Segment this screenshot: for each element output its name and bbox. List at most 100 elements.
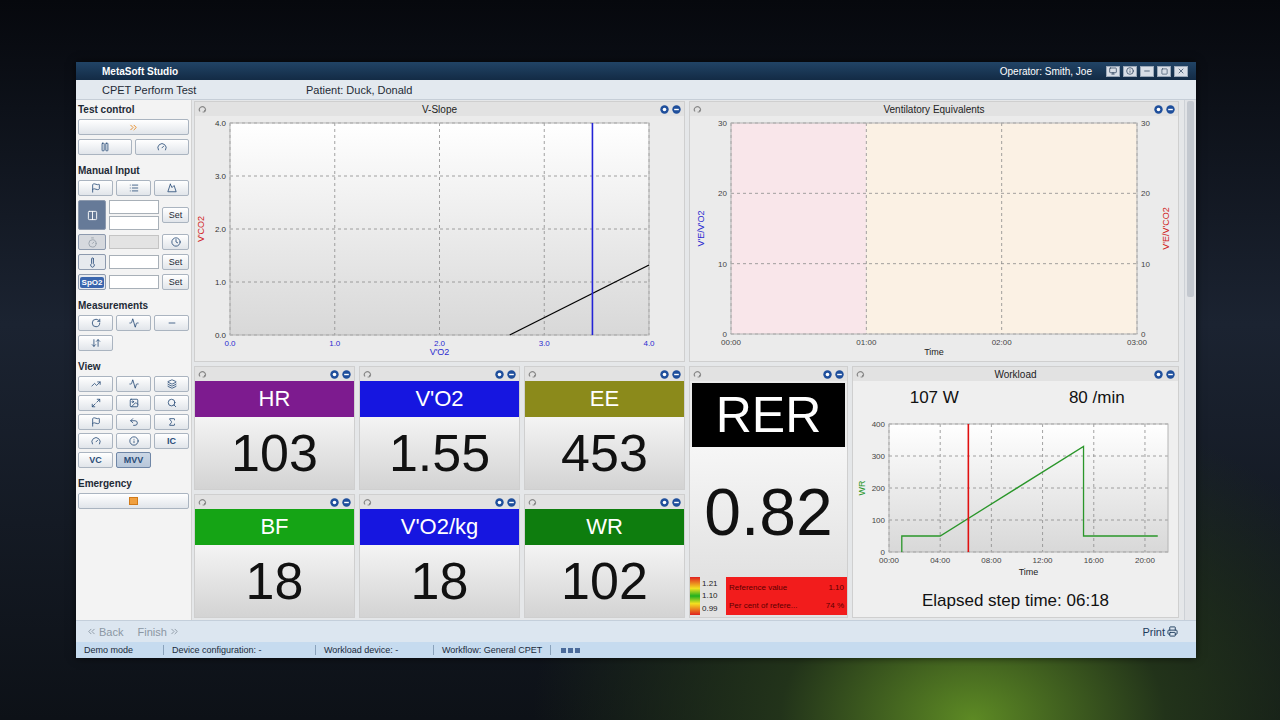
panel-minimize-icon[interactable]: [342, 370, 351, 379]
set-button[interactable]: Set: [162, 254, 189, 270]
set-button[interactable]: Set: [162, 207, 189, 223]
print-button[interactable]: Print: [1142, 626, 1178, 638]
close-button[interactable]: [1174, 66, 1188, 77]
panel-header: [525, 367, 684, 381]
tile-value: 18: [195, 545, 354, 617]
manual-input-field[interactable]: [109, 216, 159, 230]
status-item: Device configuration: -: [170, 645, 316, 655]
wave-button[interactable]: [116, 315, 151, 331]
y2-tick-label: 0: [1141, 330, 1146, 339]
panel-minimize-icon[interactable]: [507, 498, 516, 507]
view-button[interactable]: [116, 414, 151, 430]
panel-settings-icon[interactable]: [495, 498, 504, 507]
manual-input-field[interactable]: [109, 275, 159, 289]
tile-value: 453: [525, 417, 684, 489]
panel-refresh-icon[interactable]: [528, 370, 537, 379]
emergency-button[interactable]: [78, 493, 189, 509]
next-step-button[interactable]: [78, 119, 189, 135]
panel-refresh-icon[interactable]: [363, 370, 372, 379]
tile-value: 102: [525, 545, 684, 617]
display-button[interactable]: [1106, 66, 1120, 77]
manual-input-field[interactable]: [109, 255, 159, 269]
view-text-button[interactable]: MVV: [116, 452, 151, 468]
panel-settings-icon[interactable]: [1154, 105, 1163, 114]
help-button[interactable]: [1123, 66, 1137, 77]
x-tick-label: 3.0: [539, 339, 551, 348]
view-button[interactable]: [116, 376, 151, 392]
flag-icon: [91, 417, 101, 427]
view-button[interactable]: [78, 433, 113, 449]
view-button[interactable]: [154, 395, 189, 411]
panel-header: V-Slope: [195, 102, 684, 116]
back-button[interactable]: Back: [86, 626, 123, 638]
view-button[interactable]: [154, 414, 189, 430]
manual-input-icon[interactable]: [78, 254, 106, 270]
panel-refresh-icon[interactable]: [363, 498, 372, 507]
view-button[interactable]: [78, 395, 113, 411]
clock-button[interactable]: [162, 234, 189, 250]
altitude-button[interactable]: [154, 180, 189, 196]
panel-refresh-icon[interactable]: [693, 370, 702, 379]
finish-button[interactable]: Finish: [137, 626, 179, 638]
panel-minimize-icon[interactable]: [672, 370, 681, 379]
panel-refresh-icon[interactable]: [198, 105, 207, 114]
gauge-icon: [91, 436, 101, 446]
panel-minimize-icon[interactable]: [1166, 370, 1175, 379]
panel-refresh-icon[interactable]: [693, 105, 702, 114]
panel-settings-icon[interactable]: [330, 498, 339, 507]
status-item: Demo mode: [82, 645, 164, 655]
panel-minimize-icon[interactable]: [342, 498, 351, 507]
panel-minimize-icon[interactable]: [1166, 105, 1175, 114]
view-button[interactable]: [78, 414, 113, 430]
panel-header: [690, 367, 847, 381]
view-button[interactable]: [116, 433, 151, 449]
panel-settings-icon[interactable]: [823, 370, 832, 379]
list-button[interactable]: [116, 180, 151, 196]
loop-button[interactable]: [78, 315, 113, 331]
panel-minimize-icon[interactable]: [507, 370, 516, 379]
panel-settings-icon[interactable]: [1154, 370, 1163, 379]
baseline-icon: [167, 318, 177, 328]
chart-band: [731, 123, 866, 334]
panel-refresh-icon[interactable]: [528, 498, 537, 507]
panel-minimize-icon[interactable]: [835, 370, 844, 379]
panel-settings-icon[interactable]: [660, 498, 669, 507]
rer-panel: RER0.821.211.100.99Reference value1.10Pe…: [689, 366, 848, 618]
baseline-button[interactable]: [154, 315, 189, 331]
pause-button[interactable]: [78, 139, 132, 155]
manual-input-icon[interactable]: [78, 200, 106, 230]
panel-minimize-icon[interactable]: [672, 498, 681, 507]
chart-series-line: [510, 265, 649, 335]
maximize-button[interactable]: [1157, 66, 1171, 77]
view-button[interactable]: [154, 376, 189, 392]
scrollbar-thumb[interactable]: [1187, 101, 1194, 297]
manual-input-icon[interactable]: [78, 234, 106, 250]
manual-input-field[interactable]: [109, 200, 159, 214]
y-tick-label: 3.0: [215, 172, 227, 181]
view-text-button[interactable]: IC: [154, 433, 189, 449]
view-button[interactable]: [78, 376, 113, 392]
manual-input-row: Set: [78, 254, 189, 270]
panel-refresh-icon[interactable]: [856, 370, 865, 379]
manual-input-icon[interactable]: SpO2: [78, 274, 106, 290]
y2-tick-label: 20: [1141, 189, 1150, 198]
panel-settings-icon[interactable]: [330, 370, 339, 379]
marker-button[interactable]: [78, 180, 113, 196]
set-button[interactable]: Set: [162, 274, 189, 290]
exchange-button[interactable]: [78, 335, 113, 351]
manual-input-field[interactable]: [109, 235, 159, 249]
panel-settings-icon[interactable]: [660, 370, 669, 379]
scrollbar[interactable]: [1184, 100, 1196, 620]
panel-minimize-icon[interactable]: [672, 105, 681, 114]
panel-refresh-icon[interactable]: [198, 498, 207, 507]
view-button[interactable]: [116, 395, 151, 411]
view-text-button[interactable]: VC: [78, 452, 113, 468]
panel-refresh-icon[interactable]: [198, 370, 207, 379]
workflow-progress-icon: [561, 648, 580, 653]
minimize-button[interactable]: [1140, 66, 1154, 77]
scale-button[interactable]: [135, 139, 189, 155]
grid-line: [230, 229, 649, 230]
panel-settings-icon[interactable]: [660, 105, 669, 114]
panel-settings-icon[interactable]: [495, 370, 504, 379]
measurement-tile: BF18: [194, 494, 355, 618]
